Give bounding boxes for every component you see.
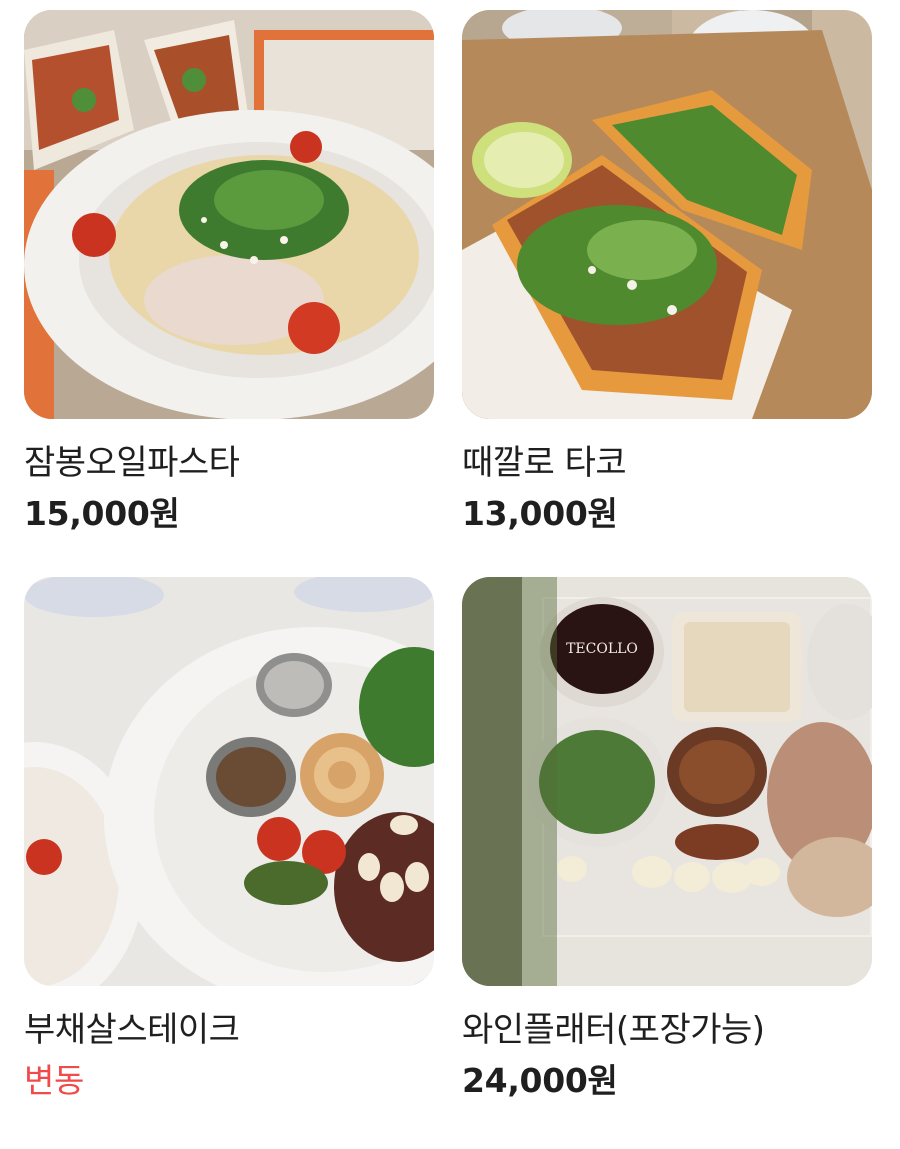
menu-item-price: 변동 — [24, 1061, 85, 1100]
menu-item-price: 15,000원 — [24, 494, 180, 533]
menu-item-price: 24,000원 — [462, 1061, 618, 1100]
taco-photo[interactable] — [462, 10, 872, 419]
wine-platter-photo[interactable]: TECOLLO — [462, 577, 872, 986]
menu-item-price: 13,000원 — [462, 494, 618, 533]
menu-item-card[interactable]: 때깔로 타코 13,000원 — [462, 10, 872, 535]
menu-item-name: 부채살스테이크 — [24, 1010, 240, 1050]
cup-label-text: TECOLLO — [566, 641, 638, 657]
menu-item-card[interactable]: 부채살스테이크 변동 — [24, 577, 434, 1102]
menu-grid: 잠봉오일파스타 15,000원 때깔로 타코 13,000원 부채살스테이크 변… — [0, 0, 900, 1149]
pasta-photo[interactable] — [24, 10, 434, 419]
steak-photo[interactable] — [24, 577, 434, 986]
menu-item-name: 때깔로 타코 — [462, 443, 627, 483]
menu-item-name: 와인플래터(포장가능) — [462, 1010, 765, 1050]
menu-item-card[interactable]: TECOLLO 와인플래터(포장가능) 24,000원 — [462, 577, 872, 1102]
menu-item-card[interactable]: 잠봉오일파스타 15,000원 — [24, 10, 434, 535]
menu-item-name: 잠봉오일파스타 — [24, 443, 240, 483]
